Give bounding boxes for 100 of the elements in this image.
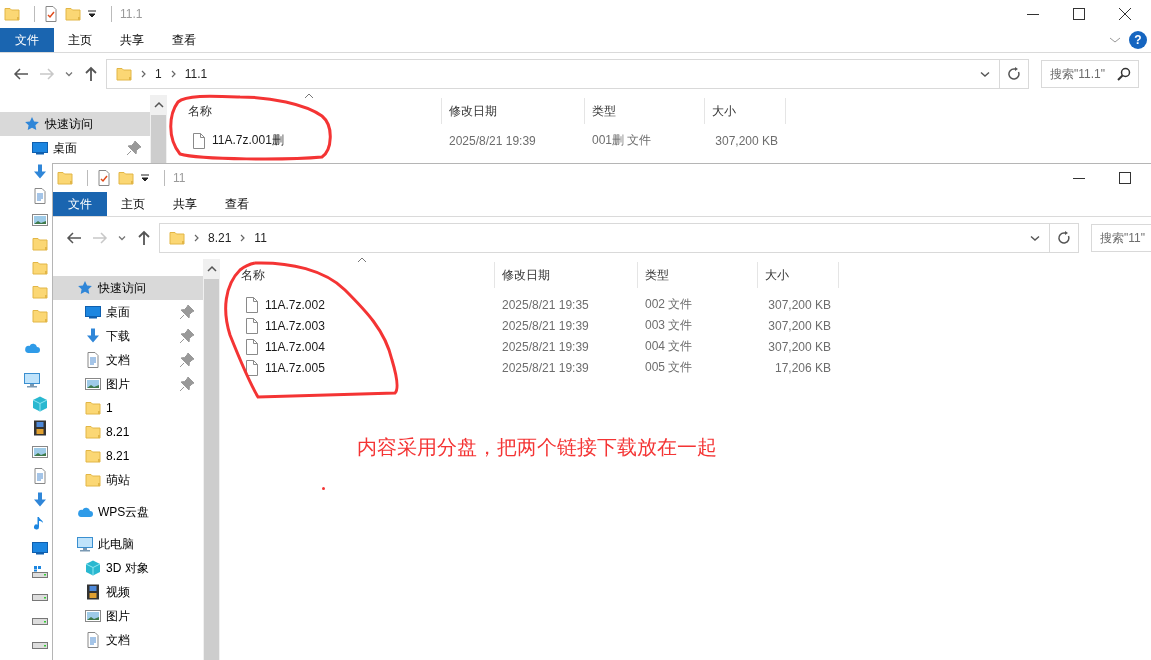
folder-icon[interactable] (65, 6, 81, 22)
column-header[interactable]: 修改日期 (495, 262, 638, 288)
document-icon (32, 188, 48, 204)
address-bar[interactable]: 1 11.1 (106, 59, 1000, 89)
dropdown-icon[interactable] (1029, 233, 1041, 243)
cube-icon (32, 396, 48, 412)
folder-icon[interactable] (4, 6, 20, 22)
back-arrow-icon[interactable] (66, 230, 82, 246)
chevron-down-icon[interactable] (1109, 35, 1121, 45)
chevron-down-icon[interactable] (64, 69, 74, 79)
annotation-text: 内容采用分盘，把两个链接下载放在一起 (357, 435, 717, 460)
pin-icon[interactable] (179, 328, 195, 344)
ribbon-tab[interactable]: 查看 (158, 28, 210, 52)
file-size: 307,200 KB (714, 133, 779, 148)
sidebar-item[interactable]: 图片 (53, 372, 203, 396)
folder-icon (85, 400, 101, 416)
up-arrow-icon[interactable] (136, 230, 152, 246)
scrollbar[interactable] (203, 259, 220, 660)
sidebar-item[interactable]: WPS云盘 (53, 500, 203, 524)
sidebar-item[interactable]: 视频 (53, 580, 203, 604)
sidebar-item[interactable]: 此电脑 (53, 532, 203, 556)
pin-icon[interactable] (179, 304, 195, 320)
ribbon-tab[interactable]: 主页 (54, 28, 106, 52)
sidebar-item[interactable]: 图片 (53, 604, 203, 628)
cube-icon (85, 560, 101, 576)
sidebar-item[interactable]: 文档 (53, 628, 203, 652)
ribbon-tab[interactable]: 文件 (0, 28, 54, 52)
breadcrumb-item[interactable]: 11.1 (184, 67, 208, 81)
column-header[interactable]: 修改日期 (442, 98, 585, 124)
sidebar-item[interactable]: 桌面 (53, 300, 203, 324)
breadcrumb-item[interactable]: 11 (254, 231, 267, 245)
star-icon (24, 116, 40, 132)
sidebar-item[interactable]: 快速访问 (0, 112, 150, 136)
refresh-button[interactable] (1050, 223, 1079, 253)
scroll-thumb[interactable] (151, 115, 166, 163)
ribbon-tab[interactable]: 文件 (53, 192, 107, 216)
folder-icon (85, 472, 101, 488)
pin-icon[interactable] (179, 352, 195, 368)
file-icon (244, 296, 260, 313)
maximize-icon[interactable] (1119, 172, 1131, 184)
refresh-button[interactable] (1000, 59, 1029, 89)
ribbon-tab[interactable]: 查看 (211, 192, 263, 216)
folder-icon[interactable] (118, 170, 134, 186)
sidebar-item[interactable]: 桌面 (0, 136, 150, 160)
help-button[interactable]: ? (1129, 31, 1147, 49)
scroll-up-icon[interactable] (206, 265, 217, 273)
file-icon (244, 338, 260, 355)
file-type: 004 文件 (644, 338, 694, 355)
search-field[interactable]: 搜索"11" (1091, 224, 1151, 252)
address-bar[interactable]: 8.21 11 (159, 223, 1050, 253)
folder-icon (32, 236, 48, 252)
sidebar-item[interactable]: 文档 (53, 348, 203, 372)
breadcrumb-item[interactable]: 1 (155, 67, 162, 81)
folder-icon[interactable] (57, 170, 73, 186)
column-header[interactable]: 名称 (220, 262, 495, 288)
film-icon (85, 584, 101, 600)
dropdown-icon[interactable] (979, 69, 991, 79)
sidebar-item[interactable]: 快速访问 (53, 276, 203, 300)
scroll-thumb[interactable] (204, 279, 219, 660)
column-header[interactable]: 类型 (638, 262, 758, 288)
maximize-icon[interactable] (1073, 8, 1085, 20)
sidebar-item[interactable]: 8.21 (53, 420, 203, 444)
back-arrow-icon[interactable] (13, 66, 29, 82)
file-name[interactable]: 11A.7z.004 (265, 339, 325, 354)
file-name[interactable]: 11A.7z.002 (265, 297, 325, 312)
column-header[interactable]: 大小 (758, 262, 839, 288)
up-arrow-icon[interactable] (83, 66, 99, 82)
ribbon-tab[interactable]: 共享 (106, 28, 158, 52)
file-type: 002 文件 (644, 296, 694, 313)
ribbon-tab[interactable]: 主页 (107, 192, 159, 216)
sidebar-item[interactable]: 下载 (53, 324, 203, 348)
chevron-down-icon[interactable] (117, 233, 127, 243)
folder-icon (85, 424, 101, 440)
scrollbar[interactable] (150, 95, 167, 163)
pin-icon[interactable] (179, 376, 195, 392)
scroll-up-icon[interactable] (153, 101, 164, 109)
sidebar-item[interactable]: 8.21 (53, 444, 203, 468)
modified-date: 2025/8/21 19:39 (501, 318, 590, 333)
file-type: 001删 文件 (591, 132, 653, 149)
folder-icon (32, 284, 48, 300)
pin-icon[interactable] (126, 140, 142, 156)
sidebar-item[interactable]: 1 (53, 396, 203, 420)
column-header[interactable]: 名称 (167, 98, 442, 124)
document-icon (32, 468, 48, 484)
checklist-icon[interactable] (43, 6, 59, 22)
sidebar-item[interactable]: 3D 对象 (53, 556, 203, 580)
search-field[interactable]: 搜索"11.1" (1041, 60, 1139, 88)
column-header[interactable]: 类型 (585, 98, 705, 124)
monitor-icon (32, 540, 48, 556)
checklist-icon[interactable] (96, 170, 112, 186)
ribbon-tab[interactable]: 共享 (159, 192, 211, 216)
file-name[interactable]: 11A.7z.005 (265, 360, 325, 375)
computer-icon (24, 372, 40, 388)
breadcrumb-item[interactable]: 8.21 (208, 231, 232, 245)
folder-icon (169, 230, 185, 246)
file-name[interactable]: 11A.7z.001删 (212, 132, 284, 149)
close-icon[interactable] (1119, 8, 1131, 20)
sidebar-item[interactable]: 萌站 (53, 468, 203, 492)
file-name[interactable]: 11A.7z.003 (265, 318, 325, 333)
column-header[interactable]: 大小 (705, 98, 786, 124)
